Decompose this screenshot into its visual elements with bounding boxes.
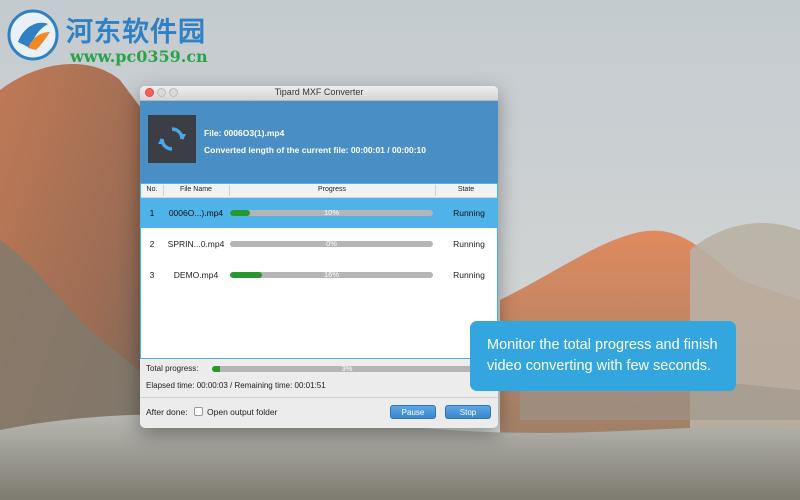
converting-thumbnail [148, 115, 196, 163]
title-bar[interactable]: Tipard MXF Converter [140, 86, 498, 101]
callout-pointer-line [427, 351, 475, 352]
header-progress: Progress [317, 186, 346, 193]
callout-line-1: Monitor the total progress and finish [487, 337, 718, 353]
current-file-name: File: 0006O3(1).mp4 [204, 128, 285, 138]
window-title: Tipard MXF Converter [274, 87, 364, 97]
site-logo [6, 8, 60, 62]
row-file-name: DEMO.mp4 [173, 270, 219, 280]
table-header: No. File Name Progress State [141, 184, 497, 198]
row-number: 2 [149, 239, 155, 249]
header-file-name: File Name [180, 186, 212, 193]
callout-line-2: video converting with few seconds. [487, 358, 712, 374]
row-file-name: SPRIN...0.mp4 [167, 239, 225, 249]
row-state: Running [453, 239, 485, 249]
row-number: 1 [149, 208, 155, 218]
header-no: No. [146, 186, 158, 193]
open-output-label[interactable]: Open output folder [207, 407, 277, 417]
table-row[interactable]: 2 SPRIN...0.mp4 0% Running [141, 229, 497, 259]
current-file-panel: File: 0006O3(1).mp4 Converted length of … [140, 101, 498, 183]
total-progress-label: Total progress: [146, 364, 199, 373]
converter-window: Tipard MXF Converter File: 0006O3(1).mp4… [140, 86, 498, 428]
stop-button[interactable]: Stop [445, 405, 491, 419]
total-progress-panel: Total progress: 3% Elapsed time: 00:00:0… [140, 359, 498, 398]
refresh-icon [158, 127, 186, 151]
row-number: 3 [149, 270, 155, 280]
task-table: No. File Name Progress State 1 0006O...)… [140, 183, 498, 359]
table-row[interactable]: 1 0006O...).mp4 10% Running [141, 198, 497, 228]
feature-callout: Monitor the total progress and finish vi… [470, 321, 736, 391]
after-done-label: After done: [146, 407, 188, 417]
row-file-name: 0006O...).mp4 [168, 208, 224, 218]
header-state: State [457, 186, 475, 193]
row-state: Running [453, 270, 485, 280]
open-output-checkbox[interactable] [194, 407, 203, 416]
total-progress-text: 3% [341, 364, 353, 373]
table-row[interactable]: 3 DEMO.mp4 16% Running [141, 260, 497, 290]
row-progress-text: 16% [323, 270, 339, 279]
elapsed-remaining-time: Elapsed time: 00:00:03 / Remaining time:… [146, 381, 326, 390]
row-state: Running [453, 208, 485, 218]
converted-length: Converted length of the current file: 00… [204, 145, 427, 155]
row-progress-text: 10% [323, 208, 339, 217]
row-progress-text: 0% [326, 239, 337, 248]
site-url: www.pc0359.cn [70, 47, 208, 66]
site-name: 河东软件园 [66, 17, 206, 48]
footer-bar: After done: Open output folder Pause Sto… [140, 398, 498, 428]
pause-button[interactable]: Pause [390, 405, 436, 419]
